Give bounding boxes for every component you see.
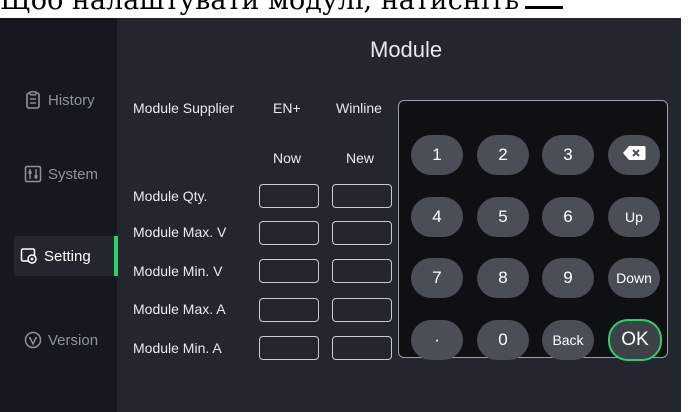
supplier-option-winline[interactable]: Winline xyxy=(336,100,382,116)
sidebar-item-version[interactable]: Version xyxy=(0,320,117,360)
active-indicator xyxy=(114,236,118,276)
device-screen: History System Setting Version Module Mo… xyxy=(0,18,681,412)
sidebar-item-label: System xyxy=(48,165,99,183)
supplier-option-enplus[interactable]: EN+ xyxy=(273,100,301,116)
backspace-icon xyxy=(622,145,646,166)
sidebar-item-label: Version xyxy=(48,331,99,349)
backspace-key[interactable] xyxy=(608,135,660,175)
caption-underline xyxy=(525,0,564,9)
key-7[interactable]: 7 xyxy=(411,258,463,298)
row-label-module-max-v: Module Max. V xyxy=(133,224,227,240)
column-header-new: New xyxy=(346,150,375,166)
module-min-a-new-input[interactable] xyxy=(332,336,392,360)
history-icon xyxy=(24,91,42,109)
key-6[interactable]: 6 xyxy=(542,197,594,237)
key-4[interactable]: 4 xyxy=(411,197,463,237)
module-min-v-new-input[interactable] xyxy=(332,259,392,283)
key-1[interactable]: 1 xyxy=(411,135,463,175)
module-qty-new-input[interactable] xyxy=(332,184,392,208)
caption-text: Щоб налаштувати модулі, натисніть xyxy=(0,0,697,18)
numeric-keypad: 1 2 3 4 5 6 Up 7 8 9 Down · 0 Back OK xyxy=(398,100,668,361)
module-min-a-now-input[interactable] xyxy=(259,336,319,360)
key-8[interactable]: 8 xyxy=(477,258,529,298)
module-max-v-new-input[interactable] xyxy=(332,221,392,245)
module-qty-now-input[interactable] xyxy=(259,184,319,208)
key-2[interactable]: 2 xyxy=(477,135,529,175)
sidebar-item-system[interactable]: System xyxy=(0,154,117,194)
version-icon xyxy=(24,331,42,349)
page-title: Module xyxy=(370,37,443,62)
sidebar: History System Setting Version xyxy=(0,18,117,412)
module-supplier-label: Module Supplier xyxy=(133,100,235,116)
setting-icon xyxy=(20,247,38,265)
system-icon xyxy=(24,165,42,183)
module-max-v-now-input[interactable] xyxy=(259,221,319,245)
sidebar-item-setting[interactable]: Setting xyxy=(14,236,117,276)
module-min-v-now-input[interactable] xyxy=(259,259,319,283)
sidebar-item-label: Setting xyxy=(44,247,91,265)
key-up[interactable]: Up xyxy=(608,197,660,237)
column-header-now: Now xyxy=(273,150,302,166)
key-decimal-point[interactable]: · xyxy=(411,320,463,360)
sidebar-item-label: History xyxy=(48,91,95,109)
key-0[interactable]: 0 xyxy=(477,320,529,360)
key-3[interactable]: 3 xyxy=(542,135,594,175)
key-down[interactable]: Down xyxy=(608,258,660,298)
key-ok[interactable]: OK xyxy=(608,319,662,361)
module-max-a-new-input[interactable] xyxy=(332,298,392,322)
key-5[interactable]: 5 xyxy=(477,197,529,237)
row-label-module-qty: Module Qty. xyxy=(133,188,208,204)
sidebar-item-history[interactable]: History xyxy=(0,80,117,120)
row-label-module-max-a: Module Max. A xyxy=(133,301,226,317)
key-9[interactable]: 9 xyxy=(542,258,594,298)
module-max-a-now-input[interactable] xyxy=(259,298,319,322)
key-back[interactable]: Back xyxy=(542,320,594,360)
row-label-module-min-a: Module Min. A xyxy=(133,340,222,356)
row-label-module-min-v: Module Min. V xyxy=(133,263,223,279)
